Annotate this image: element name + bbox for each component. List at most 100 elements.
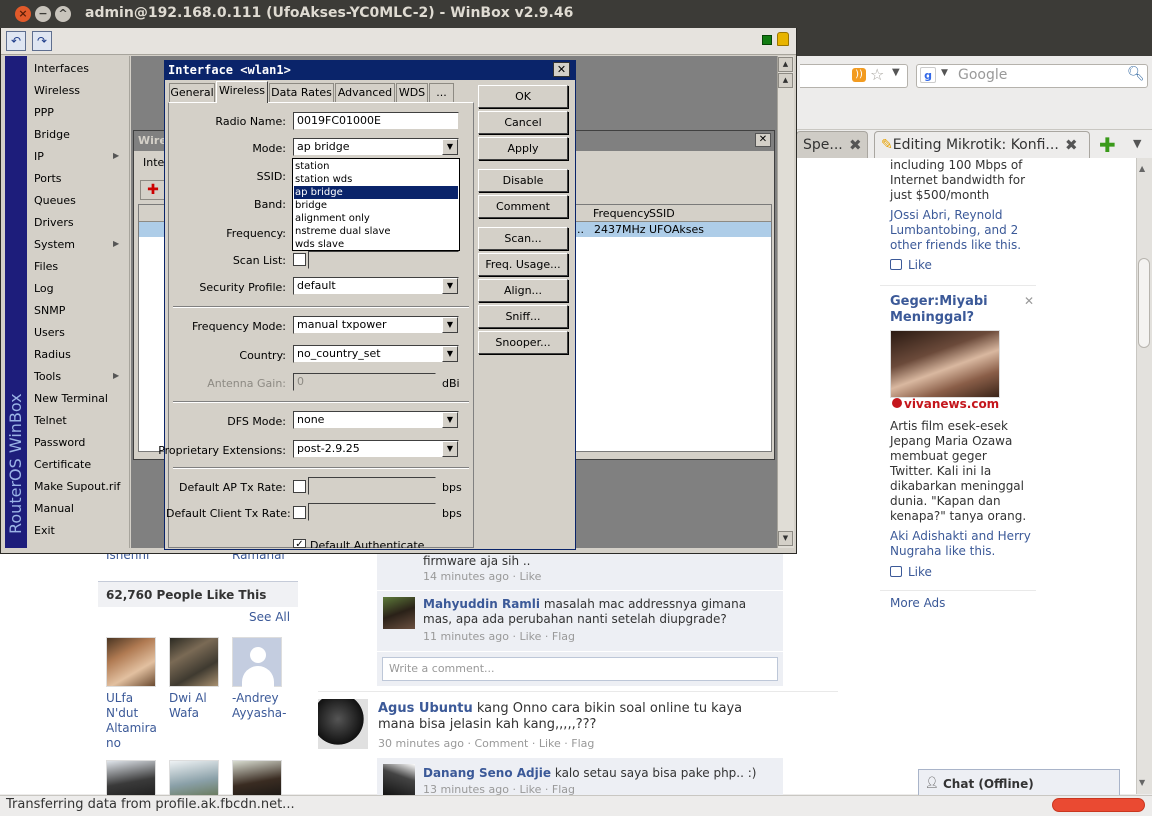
close-icon[interactable]: × bbox=[15, 6, 31, 22]
comment-author[interactable]: Mahyuddin Ramli bbox=[423, 597, 540, 611]
chevron-down-icon[interactable]: ▼ bbox=[442, 441, 458, 457]
menu-item-queues[interactable]: Queues bbox=[34, 194, 76, 207]
chevron-down-icon[interactable]: ▼ bbox=[442, 317, 458, 333]
disable-button[interactable]: Disable bbox=[478, 169, 568, 192]
menu-item-new-terminal[interactable]: New Terminal bbox=[34, 392, 108, 405]
frequency-mode-select[interactable]: manual txpower bbox=[293, 316, 459, 334]
comment-meta[interactable]: 14 minutes ago · Like bbox=[423, 570, 541, 583]
menu-item-password[interactable]: Password bbox=[34, 436, 85, 449]
menu-item-log[interactable]: Log bbox=[34, 282, 54, 295]
rss-icon[interactable]: )) bbox=[852, 68, 866, 82]
mode-option-wds-slave[interactable]: wds slave bbox=[294, 238, 458, 251]
browser-tab-active[interactable]: ✎Editing Mikrotik: Konfi... ✖ bbox=[874, 131, 1090, 159]
close-icon[interactable]: ✖ bbox=[849, 136, 862, 154]
scroll-up-icon[interactable]: ▲ bbox=[1139, 164, 1145, 173]
google-engine-icon[interactable]: g bbox=[920, 67, 936, 83]
page-scrollbar[interactable] bbox=[1136, 158, 1152, 794]
engine-dropdown-icon[interactable]: ▼ bbox=[941, 68, 948, 78]
menu-item-certificate[interactable]: Certificate bbox=[34, 458, 91, 471]
menu-item-telnet[interactable]: Telnet bbox=[34, 414, 67, 427]
default-client-tx-rate-checkbox[interactable] bbox=[293, 506, 306, 519]
antenna-gain-input[interactable]: 0 bbox=[293, 373, 436, 391]
default-client-tx-rate-input[interactable] bbox=[308, 503, 436, 521]
close-icon[interactable]: ✕ bbox=[553, 62, 570, 77]
menu-item-system[interactable]: System bbox=[34, 238, 75, 251]
comment-author[interactable]: Danang Seno Adjie bbox=[423, 766, 551, 780]
close-icon[interactable]: ✕ bbox=[1024, 294, 1034, 308]
mode-option-ap-bridge[interactable]: ap bridge bbox=[294, 186, 458, 199]
chevron-down-icon[interactable]: ▼ bbox=[442, 412, 458, 428]
person-name[interactable]: ULfa N'dut Altamira no bbox=[106, 691, 164, 751]
person-name[interactable]: Dwi Al Wafa bbox=[169, 691, 227, 721]
country-select[interactable]: no_country_set bbox=[293, 345, 459, 363]
like-link[interactable]: Like bbox=[890, 258, 932, 273]
scan-list-checkbox[interactable] bbox=[293, 253, 306, 266]
mode-option-station-wds[interactable]: station wds bbox=[294, 173, 458, 186]
chevron-down-icon[interactable]: ▼ bbox=[442, 139, 458, 155]
close-icon[interactable]: ✖ bbox=[1065, 136, 1078, 154]
chat-bar[interactable]: Chat (Offline) bbox=[918, 769, 1120, 797]
menu-item-files[interactable]: Files bbox=[34, 260, 58, 273]
apply-button[interactable]: Apply bbox=[478, 137, 568, 160]
menu-item-bridge[interactable]: Bridge bbox=[34, 128, 70, 141]
person-name[interactable]: -Andrey Ayyasha- bbox=[232, 691, 292, 721]
like-link[interactable]: Like bbox=[890, 565, 932, 580]
more-ads-link[interactable]: More Ads bbox=[890, 596, 945, 611]
snooper-button[interactable]: Snooper... bbox=[478, 331, 568, 354]
scroll-up-icon[interactable]: ▲ bbox=[778, 57, 793, 72]
mode-option-station[interactable]: station bbox=[294, 160, 458, 173]
scan-button[interactable]: Scan... bbox=[478, 227, 568, 250]
avatar[interactable] bbox=[318, 699, 368, 749]
avatar[interactable] bbox=[232, 760, 282, 796]
close-icon[interactable]: ✕ bbox=[755, 133, 771, 147]
align-button[interactable]: Align... bbox=[478, 279, 568, 302]
default-authenticate-checkbox[interactable]: ✓ bbox=[293, 539, 306, 548]
mode-select[interactable]: ap bridge bbox=[293, 138, 459, 156]
chevron-down-icon[interactable]: ▼ bbox=[442, 278, 458, 294]
default-ap-tx-rate-checkbox[interactable] bbox=[293, 480, 306, 493]
freq-usage-button[interactable]: Freq. Usage... bbox=[478, 253, 568, 276]
url-dropdown-icon[interactable]: ▼ bbox=[892, 67, 900, 78]
tab-more[interactable]: ... bbox=[429, 83, 454, 102]
avatar[interactable] bbox=[383, 764, 415, 796]
scan-list-input[interactable] bbox=[308, 251, 459, 269]
mode-option-nstreme-dual-slave[interactable]: nstreme dual slave bbox=[294, 225, 458, 238]
post-meta[interactable]: 30 minutes ago · Comment · Like · Flag bbox=[378, 737, 594, 750]
chevron-down-icon[interactable]: ▼ bbox=[442, 346, 458, 362]
ad-friends[interactable]: JOssi Abri, Reynold Lumbantobing, and 2 … bbox=[890, 208, 1030, 253]
menu-item-wireless[interactable]: Wireless bbox=[34, 84, 80, 97]
avatar[interactable] bbox=[106, 637, 156, 687]
mode-option-bridge[interactable]: bridge bbox=[294, 199, 458, 212]
magnifier-icon[interactable]: 🔍︎ bbox=[1127, 66, 1145, 82]
avatar[interactable] bbox=[232, 637, 282, 688]
ad-image[interactable] bbox=[890, 330, 1000, 398]
cancel-button[interactable]: Cancel bbox=[478, 111, 568, 134]
dfs-mode-select[interactable]: none bbox=[293, 411, 459, 429]
avatar[interactable] bbox=[106, 760, 156, 796]
default-ap-tx-rate-input[interactable] bbox=[308, 477, 436, 495]
search-box[interactable] bbox=[916, 64, 1148, 88]
menu-item-tools[interactable]: Tools bbox=[34, 370, 61, 383]
menu-item-snmp[interactable]: SNMP bbox=[34, 304, 65, 317]
add-icon[interactable]: ✚ bbox=[140, 180, 166, 200]
sniff-button[interactable]: Sniff... bbox=[478, 305, 568, 328]
dialog-title[interactable]: Interface <wlan1> bbox=[165, 61, 575, 80]
tab-wireless[interactable]: Wireless bbox=[216, 81, 268, 103]
scroll-down-icon[interactable]: ▼ bbox=[778, 531, 793, 546]
tab-interfaces[interactable]: Inte bbox=[143, 156, 164, 169]
menu-item-manual[interactable]: Manual bbox=[34, 502, 74, 515]
new-tab-icon[interactable]: ✚ bbox=[1099, 133, 1116, 157]
tab-wds[interactable]: WDS bbox=[396, 83, 428, 102]
avatar[interactable] bbox=[383, 597, 415, 629]
menu-item-drivers[interactable]: Drivers bbox=[34, 216, 74, 229]
bookmark-star-icon[interactable]: ☆ bbox=[870, 65, 884, 84]
redo-icon[interactable]: ↷ bbox=[32, 31, 52, 51]
menu-item-radius[interactable]: Radius bbox=[34, 348, 71, 361]
tab-general[interactable]: General bbox=[169, 83, 215, 102]
maximize-icon[interactable]: ^ bbox=[55, 6, 71, 22]
tab-list-icon[interactable]: ▼ bbox=[1133, 137, 1141, 150]
column-header-ssid[interactable]: SSID bbox=[649, 207, 675, 220]
menu-item-ip[interactable]: IP bbox=[34, 150, 44, 163]
menu-item-ppp[interactable]: PPP bbox=[34, 106, 54, 119]
tab-data-rates[interactable]: Data Rates bbox=[269, 83, 334, 102]
